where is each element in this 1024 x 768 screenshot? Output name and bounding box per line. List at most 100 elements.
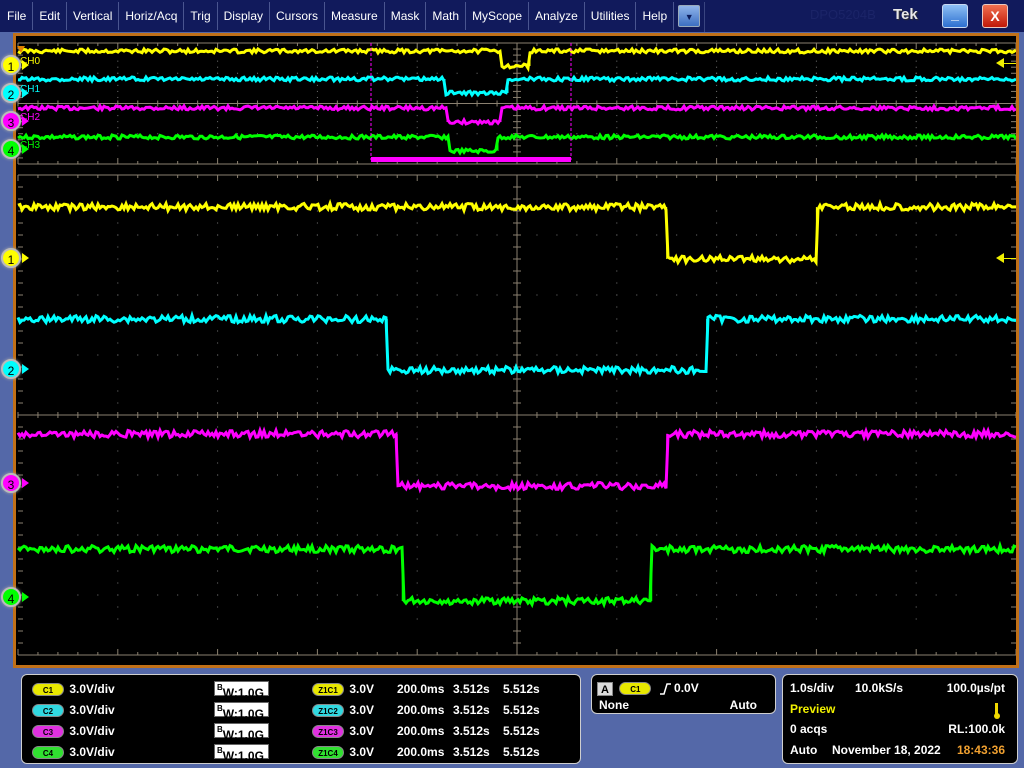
zoom-grid-dot xyxy=(915,378,917,380)
trigger-event-badge: A xyxy=(597,681,613,696)
menu-file[interactable]: File xyxy=(0,2,34,30)
menu-help[interactable]: Help xyxy=(636,2,675,30)
menu-trig[interactable]: Trig xyxy=(184,2,218,30)
waveform-canvas xyxy=(16,42,1016,656)
trigger-level-line xyxy=(1004,63,1016,64)
zoom-grid-dot xyxy=(77,474,79,476)
menu-measure[interactable]: Measure xyxy=(325,2,385,30)
zoom-grid-dot xyxy=(716,558,718,560)
channel-badge[interactable]: C4 xyxy=(32,746,64,760)
overview-channel-marker[interactable]: 1 xyxy=(1,55,21,75)
overview-grid-dot xyxy=(915,145,917,147)
zoom-channel-row[interactable]: Z1C4 3.0V xyxy=(312,744,374,760)
menu-dropdown-button[interactable]: ▼ xyxy=(678,5,701,27)
zoom-grid-dot xyxy=(756,534,758,536)
menu-analyze[interactable]: Analyze xyxy=(529,2,585,30)
zoom-channel-marker[interactable]: 2 xyxy=(1,359,21,379)
zoom-grid-dot xyxy=(496,294,498,296)
zoom-grid-dot xyxy=(915,618,917,620)
zoom-grid-dot xyxy=(795,354,797,356)
menu-cursors[interactable]: Cursors xyxy=(270,2,326,30)
zoom-grid-dot xyxy=(835,594,837,596)
zoom-grid-dot xyxy=(476,474,478,476)
overview-grid-dot xyxy=(716,84,718,86)
zoom-grid-dot xyxy=(696,294,698,296)
zoom-grid-dot xyxy=(416,582,418,584)
overview-grid-dot xyxy=(616,90,618,92)
zoom-grid-dot xyxy=(436,474,438,476)
menu-horiz-acq[interactable]: Horiz/Acq xyxy=(119,2,185,30)
zoom-grid-dot xyxy=(436,294,438,296)
zoom-channel-marker[interactable]: 3 xyxy=(1,473,21,493)
zoom-channel-row[interactable]: Z1C2 3.0V xyxy=(312,702,374,718)
arrow-right-icon xyxy=(22,253,29,263)
zoom-grid-dot xyxy=(716,318,718,320)
zoom-grid-dot xyxy=(716,270,718,272)
zoom-grid-dot xyxy=(396,354,398,356)
zoom-grid-dot xyxy=(77,294,79,296)
zoom-grid-dot xyxy=(656,534,658,536)
close-button[interactable]: X xyxy=(982,4,1008,28)
acquisition-panel[interactable]: 1.0s/div 10.0kS/s 100.0µs/pt Preview 0 a… xyxy=(782,674,1018,764)
zoom-grid-dot xyxy=(696,354,698,356)
menu-edit[interactable]: Edit xyxy=(33,2,68,30)
zoom-grid-dot xyxy=(336,534,338,536)
bw-sub: W xyxy=(222,707,234,721)
menu-display[interactable]: Display xyxy=(218,2,270,30)
menu-utilities[interactable]: Utilities xyxy=(585,2,637,30)
zoom-channel-row[interactable]: Z1C1 3.0V xyxy=(312,681,374,697)
zoom-grid-dot xyxy=(336,234,338,236)
zoom-grid-dot xyxy=(815,498,817,500)
menu-mask[interactable]: Mask xyxy=(385,2,427,30)
zoom-grid-dot xyxy=(716,606,718,608)
channel-row[interactable]: C2 3.0V/div xyxy=(32,702,115,718)
trigger-panel[interactable]: A C1 0.0V None Auto xyxy=(591,674,776,714)
zoom-channel-row[interactable]: Z1C3 3.0V xyxy=(312,723,374,739)
zoom-grid-dot xyxy=(656,594,658,596)
menu-myscope[interactable]: MyScope xyxy=(466,2,530,30)
overview-grid-dot xyxy=(217,133,219,135)
zoom-channel-marker[interactable]: 1 xyxy=(1,248,21,268)
channel-badge[interactable]: C3 xyxy=(32,725,64,739)
overview-channel-marker[interactable]: 4 xyxy=(1,139,21,159)
zoom-grid-dot xyxy=(915,270,917,272)
zoom-grid-dot xyxy=(616,246,618,248)
minimize-button[interactable]: _ xyxy=(942,4,968,28)
channel-row[interactable]: C1 3.0V/div xyxy=(32,681,115,697)
zoom-channel-badge[interactable]: Z1C2 xyxy=(312,704,344,718)
zoom-channel-badge[interactable]: Z1C1 xyxy=(312,683,344,697)
channel-row[interactable]: C4 3.0V/div xyxy=(32,744,115,760)
bandwidth-value: :1.0G xyxy=(233,707,264,721)
overview-grid-dot xyxy=(476,133,478,135)
channel-row[interactable]: C3 3.0V/div xyxy=(32,723,115,739)
close-icon: X xyxy=(990,8,1000,24)
zoom-grid-dot xyxy=(416,342,418,344)
zoom-channel-badge[interactable]: Z1C4 xyxy=(312,746,344,760)
zoom-grid-dot xyxy=(316,474,318,476)
zoom-grid-dot xyxy=(935,234,937,236)
overview-channel-marker[interactable]: 2 xyxy=(1,83,21,103)
overview-channel-marker[interactable]: 3 xyxy=(1,111,21,131)
zoom-scale: 3.0V xyxy=(349,724,375,738)
overview-grid-dot xyxy=(915,60,917,62)
bandwidth-value: :1.0G xyxy=(233,686,264,700)
zoom-grid-dot xyxy=(117,450,119,452)
acq-state: Preview xyxy=(790,702,836,716)
waveform-display[interactable] xyxy=(13,33,1019,668)
zoom-channel-badge[interactable]: Z1C3 xyxy=(312,725,344,739)
overview-grid-dot xyxy=(815,96,817,98)
menu-math[interactable]: Math xyxy=(426,2,467,30)
zoom-grid-dot xyxy=(716,282,718,284)
menu-vertical[interactable]: Vertical xyxy=(67,2,120,30)
zoom-grid-dot xyxy=(217,234,219,236)
zoom-grid-dot xyxy=(257,234,259,236)
channel-badge[interactable]: C1 xyxy=(32,683,64,697)
channel-badge[interactable]: C2 xyxy=(32,704,64,718)
zoom-grid-dot xyxy=(416,366,418,368)
zoom-grid-dot xyxy=(636,294,638,296)
overview-grid-dot xyxy=(117,96,119,98)
zoom-grid-dot xyxy=(296,474,298,476)
overview-grid-dot xyxy=(416,145,418,147)
zoom-channel-marker[interactable]: 4 xyxy=(1,587,21,607)
zoom-grid-dot xyxy=(177,474,179,476)
